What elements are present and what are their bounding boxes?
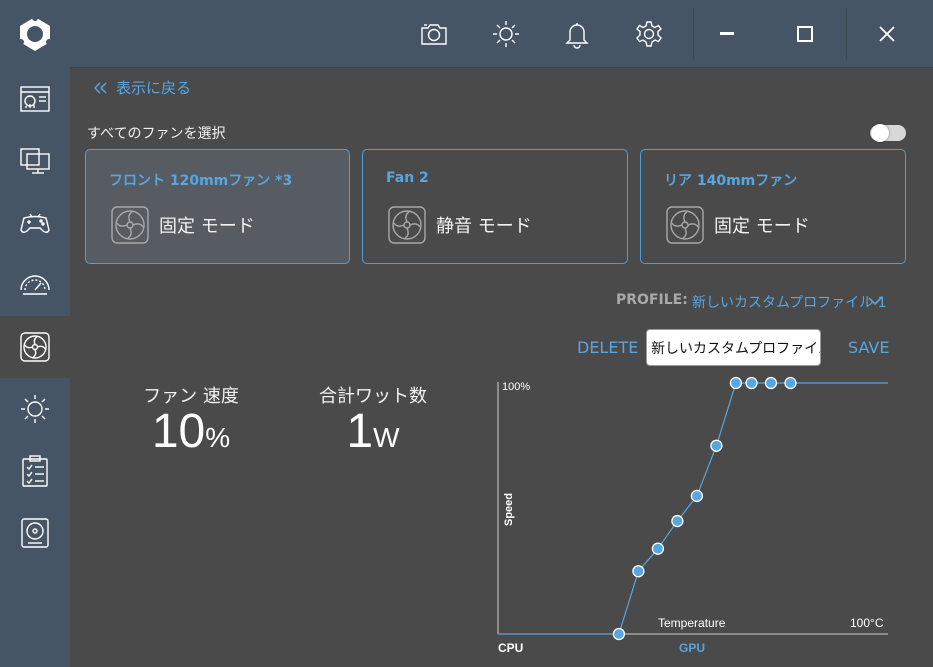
fan-card-mode: 固定 モード <box>714 216 810 237</box>
curve-point-2[interactable] <box>651 542 665 555</box>
maximize-icon <box>797 26 813 42</box>
curve-layer <box>498 376 888 641</box>
app-logo-icon <box>18 15 52 51</box>
fan-card-name: Fan 2 <box>386 170 429 186</box>
fan-card-mode: 固定 モード <box>159 216 255 237</box>
app-logo[interactable] <box>0 0 70 68</box>
x-axis-label: Temperature <box>658 616 726 630</box>
curve-point-0[interactable] <box>612 627 626 641</box>
fan-card-rear[interactable]: リア 140mmファン 固定 モード <box>640 149 906 264</box>
settings-icon <box>636 21 662 47</box>
fan-speed-unit: % <box>205 422 231 453</box>
tab-cpu[interactable]: CPU <box>498 641 523 655</box>
camera-icon <box>421 24 447 45</box>
bell-icon <box>565 23 589 49</box>
x-max-label: 100°C <box>850 616 884 630</box>
sidebar-item-fan[interactable] <box>0 316 70 378</box>
sidebar-item-disk[interactable] <box>0 502 70 564</box>
delete-button[interactable]: DELETE <box>577 338 638 357</box>
sidebar-item-brightness[interactable] <box>0 378 70 440</box>
curve-point-9[interactable] <box>784 376 797 390</box>
title-bar <box>70 0 933 68</box>
fan-icon <box>111 206 149 244</box>
sidebar-item-dashboard[interactable] <box>0 68 70 130</box>
curve-point-6[interactable] <box>729 376 743 390</box>
save-button[interactable]: SAVE <box>848 338 889 357</box>
screenshot-button[interactable] <box>414 14 454 54</box>
sidebar <box>0 0 70 667</box>
fan-icon <box>388 206 426 244</box>
double-chevron-left-icon <box>94 81 107 94</box>
total-watts-value: 1W <box>298 404 448 459</box>
profile-label: PROFILE: <box>616 292 688 308</box>
settings-button[interactable] <box>629 14 669 54</box>
back-link[interactable]: 表示に戻る <box>94 77 191 98</box>
chevron-down-icon[interactable] <box>866 292 884 310</box>
curve-point-5[interactable] <box>710 439 723 452</box>
y-max-label: 100% <box>502 381 530 393</box>
total-watts-number: 1 <box>346 405 374 458</box>
minimize-icon <box>720 32 734 35</box>
maximize-button[interactable] <box>785 14 825 54</box>
curve-point-7[interactable] <box>745 376 758 390</box>
select-all-toggle[interactable] <box>870 124 906 142</box>
close-icon <box>879 26 895 42</box>
curve-point-3[interactable] <box>671 514 684 528</box>
curve-line <box>498 382 888 635</box>
fan-icon <box>666 206 704 244</box>
gamepad-icon <box>20 213 50 233</box>
select-all-label: すべてのファンを選択 <box>87 126 226 142</box>
curve-point-4[interactable] <box>690 489 704 503</box>
sidebar-item-performance[interactable] <box>0 254 70 316</box>
y-axis-label: Speed <box>503 493 515 526</box>
fan-speed-value: 10% <box>116 404 266 459</box>
checklist-icon <box>22 455 48 487</box>
fan-card-fan2[interactable]: Fan 2 静音 モード <box>362 149 628 264</box>
tab-gpu[interactable]: GPU <box>679 641 705 655</box>
sidebar-item-checklist[interactable] <box>0 440 70 502</box>
fan-card-name: フロント 120mmファン *3 <box>109 173 293 189</box>
fan-icon <box>20 332 50 362</box>
fan-speed-number: 10 <box>151 405 206 458</box>
speedometer-icon <box>20 275 50 295</box>
toggle-knob <box>871 124 889 142</box>
sidebar-item-monitor[interactable] <box>0 130 70 192</box>
brightness-button[interactable] <box>486 14 526 54</box>
fan-card-mode: 静音 モード <box>436 216 532 237</box>
fan-curve-chart[interactable]: 100% Speed Temperature 100°C CPU GPU <box>493 374 893 659</box>
curve-point-1[interactable] <box>632 565 645 578</box>
fan-card-front[interactable]: フロント 120mmファン *3 固定 モード <box>85 149 350 264</box>
back-label: 表示に戻る <box>116 79 192 97</box>
fan-card-name: リア 140mmファン <box>664 173 798 189</box>
sidebar-item-gamepad[interactable] <box>0 192 70 254</box>
disk-icon <box>21 518 49 548</box>
brightness-icon <box>21 395 49 423</box>
notifications-button[interactable] <box>557 14 597 54</box>
brightness-icon <box>493 21 519 47</box>
monitor-icon <box>20 148 50 174</box>
dashboard-icon <box>20 86 50 112</box>
profile-dropdown[interactable]: 新しいカスタムプロファイル 1 <box>692 292 887 312</box>
total-watts-unit: W <box>373 422 400 453</box>
curve-point-8[interactable] <box>764 376 778 390</box>
profile-name-input[interactable] <box>646 329 821 366</box>
close-button[interactable] <box>867 14 907 54</box>
minimize-button[interactable] <box>707 14 747 54</box>
